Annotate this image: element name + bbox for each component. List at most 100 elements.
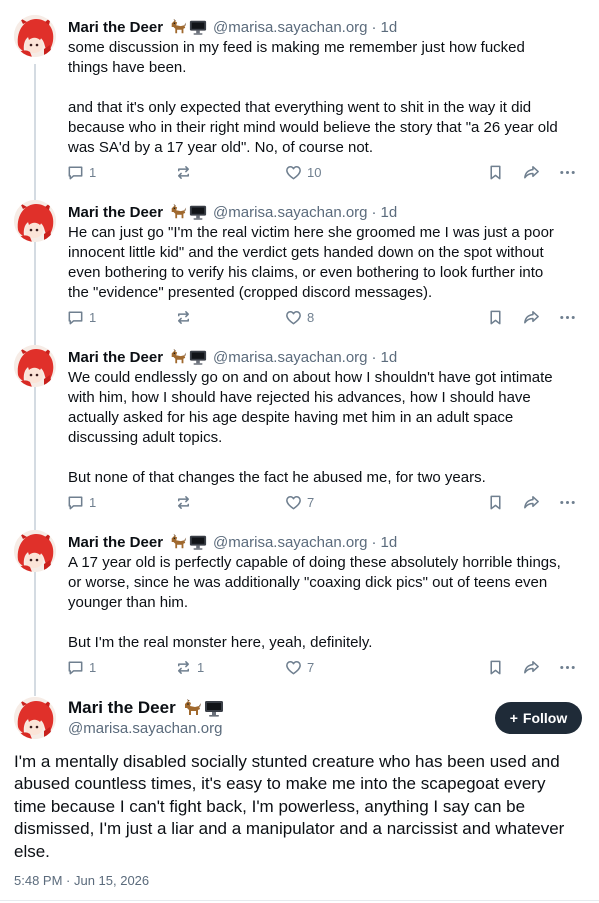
share-button[interactable] [522,307,541,327]
reply-button[interactable]: 1 [66,657,96,677]
author-name[interactable]: Mari the Deer [68,19,163,36]
computer-monitor-icon [189,533,207,551]
profile-badges [169,348,207,366]
dog-emoji-icon [169,18,187,36]
reply-count: 1 [89,309,97,325]
more-icon [558,308,577,327]
main-post-text: I'm a mentally disabled socially stunted… [14,752,565,861]
more-options-button[interactable] [558,492,577,512]
like-button[interactable]: 8 [284,307,314,327]
profile-badges [169,203,207,221]
repost-button[interactable] [174,492,197,512]
more-icon [558,493,577,512]
like-count: 8 [307,309,315,325]
avatar[interactable] [14,530,56,572]
post-time[interactable]: 1d [381,19,398,36]
main-post-avatar[interactable] [14,697,56,739]
avatar[interactable] [14,200,56,242]
divider [0,900,599,901]
author-handle[interactable]: @marisa.sayachan.org [213,534,367,551]
repost-button[interactable] [174,307,197,327]
meta-separator: · [371,533,377,551]
profile-badges [169,533,207,551]
more-options-button[interactable] [558,657,577,677]
post-text: A 17 year old is perfectly capable of do… [68,554,561,651]
post-time[interactable]: 1d [381,349,398,366]
share-button[interactable] [522,657,541,677]
post-text: some discussion in my feed is making me … [68,39,558,156]
profile-badges [169,18,207,36]
profile-badges [182,698,224,718]
post-meta: Mari the Deer @marisa.sayachan.org · 1d [68,347,397,367]
bookmark-button[interactable] [486,307,505,327]
dog-emoji-icon [182,698,202,718]
bookmark-button[interactable] [486,492,505,512]
like-button[interactable]: 7 [284,657,314,677]
reply-icon [66,493,85,512]
post-text: He can just go "I'm the real victim here… [68,224,559,301]
bookmark-icon [486,308,505,327]
repost-button[interactable]: 1 [174,657,204,677]
bookmark-button[interactable] [486,657,505,677]
post-time[interactable]: 1d [381,534,398,551]
repost-count: 1 [197,659,205,675]
reply-button[interactable]: 1 [66,162,96,182]
share-button[interactable] [522,162,541,182]
share-button[interactable] [522,492,541,512]
computer-monitor-icon [189,348,207,366]
post-text: We could endlessly go on and on about ho… [68,369,553,486]
like-button[interactable]: 7 [284,492,314,512]
heart-icon [284,163,303,182]
like-count: 7 [307,494,315,510]
main-post-handle[interactable]: @marisa.sayachan.org [68,720,222,737]
author-name[interactable]: Mari the Deer [68,204,163,221]
bookmark-button[interactable] [486,162,505,182]
author-handle[interactable]: @marisa.sayachan.org [213,204,367,221]
like-button[interactable]: 10 [284,162,321,182]
post-meta: Mari the Deer @marisa.sayachan.org · 1d [68,17,397,37]
heart-icon [284,493,303,512]
reply-count: 1 [89,494,97,510]
computer-monitor-icon [189,203,207,221]
post-actions: 1 1 7 [66,657,586,677]
author-handle[interactable]: @marisa.sayachan.org [213,19,367,36]
repost-icon [174,658,193,677]
meta-separator: · [371,203,377,221]
share-icon [522,163,541,182]
heart-icon [284,658,303,677]
share-icon [522,658,541,677]
reply-icon [66,658,85,677]
post-time[interactable]: 1d [381,204,398,221]
dog-emoji-icon [169,203,187,221]
follow-button[interactable]: + Follow [495,702,582,734]
like-count: 10 [307,164,322,180]
bookmark-icon [486,163,505,182]
reply-button[interactable]: 1 [66,492,96,512]
more-options-button[interactable] [558,162,577,182]
reply-count: 1 [89,164,97,180]
avatar[interactable] [14,15,56,57]
author-name[interactable]: Mari the Deer [68,349,163,366]
dog-emoji-icon [169,533,187,551]
post-actions: 1 8 [66,307,586,327]
author-name[interactable]: Mari the Deer [68,534,163,551]
author-name[interactable]: Mari the Deer [68,698,176,718]
dog-emoji-icon [169,348,187,366]
post-actions: 1 7 [66,492,586,512]
share-icon [522,308,541,327]
share-icon [522,493,541,512]
avatar[interactable] [14,345,56,387]
author-handle[interactable]: @marisa.sayachan.org [213,349,367,366]
repost-icon [174,493,193,512]
repost-button[interactable] [174,162,197,182]
post-actions: 1 10 [66,162,586,182]
bookmark-icon [486,493,505,512]
reply-button[interactable]: 1 [66,307,96,327]
bookmark-icon [486,658,505,677]
meta-separator: · [371,18,377,36]
reply-count: 1 [89,659,97,675]
more-options-button[interactable] [558,307,577,327]
heart-icon [284,308,303,327]
more-icon [558,163,577,182]
main-post-date[interactable]: 5:48 PM · Jun 15, 2026 [14,873,149,888]
